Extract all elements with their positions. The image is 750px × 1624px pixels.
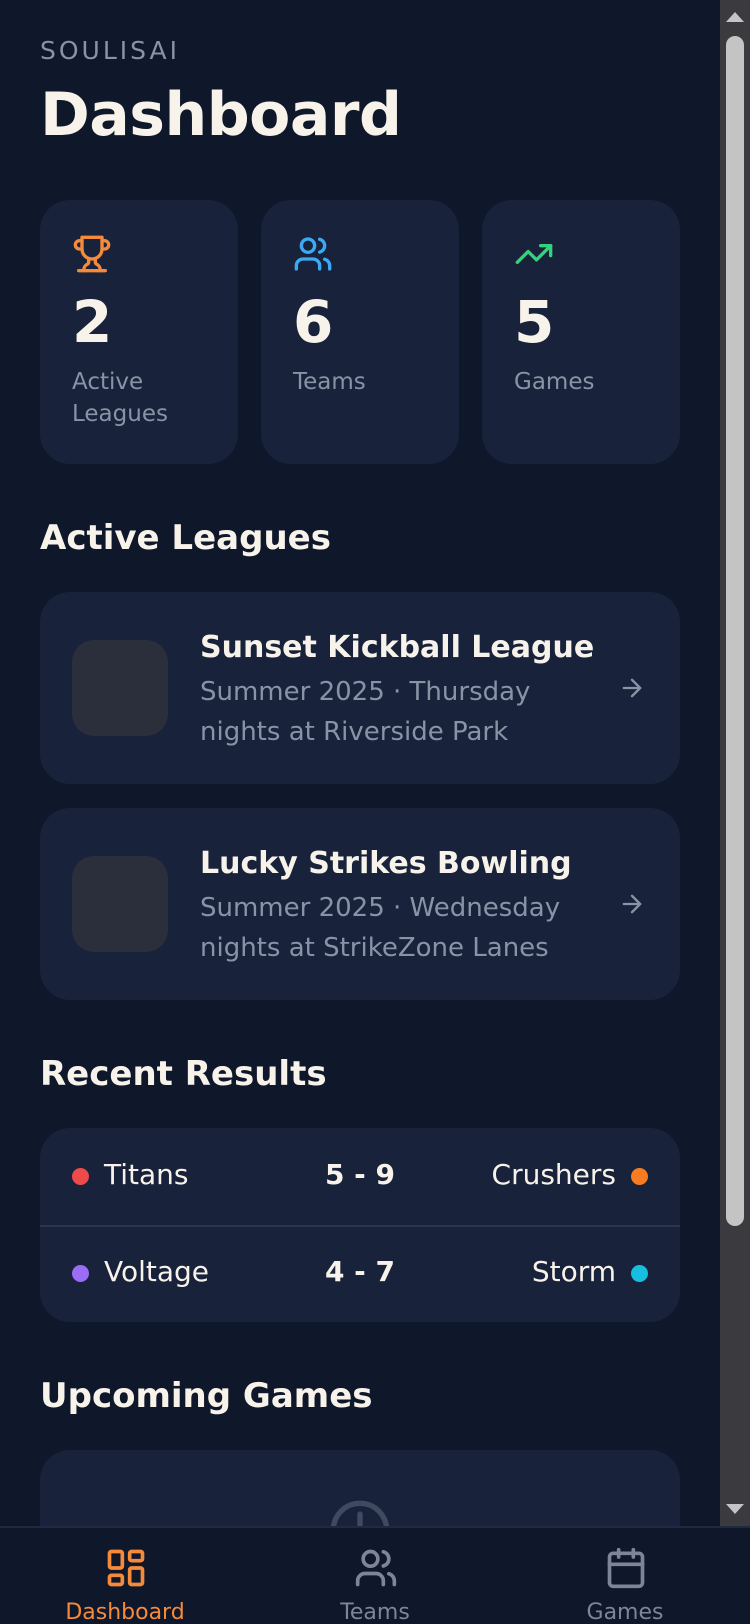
league-name: Lucky Strikes Bowling bbox=[200, 846, 572, 881]
nav-item-teams[interactable]: Teams bbox=[250, 1528, 500, 1624]
users-icon bbox=[294, 237, 332, 271]
stat-value: 6 bbox=[293, 288, 334, 356]
league-card-lucky-strikes[interactable]: Lucky Strikes Bowling Summer 2025 · Wedn… bbox=[40, 808, 680, 1000]
away-team: Crushers bbox=[491, 1158, 616, 1191]
trophy-icon bbox=[73, 235, 111, 273]
scroll-viewport[interactable]: SOULISAI Dashboard 2 Active Leagues 6 Te… bbox=[0, 0, 720, 1526]
clock-icon bbox=[330, 1500, 390, 1526]
page-title: Dashboard bbox=[40, 80, 402, 150]
bottom-nav: Dashboard Teams Games bbox=[0, 1526, 750, 1624]
league-description: Summer 2025 · Wednesday nights at Strike… bbox=[200, 893, 561, 963]
stat-label: Games bbox=[514, 369, 595, 395]
recent-results-heading: Recent Results bbox=[40, 1054, 327, 1094]
active-leagues-heading: Active Leagues bbox=[40, 518, 331, 558]
stat-value: 5 bbox=[514, 288, 555, 356]
recent-results-card: Titans 5 - 9 Crushers Voltage 4 - 7 Stor… bbox=[40, 1128, 680, 1322]
nav-label: Games bbox=[586, 1600, 664, 1624]
scrollbar[interactable] bbox=[720, 0, 750, 1526]
scroll-thumb[interactable] bbox=[726, 36, 744, 1226]
league-thumbnail bbox=[72, 856, 168, 952]
stat-card-active-leagues[interactable]: 2 Active Leagues bbox=[40, 200, 238, 464]
brand-label: SOULISAI bbox=[40, 36, 180, 65]
stat-label: Active Leagues bbox=[72, 369, 168, 427]
stat-card-teams[interactable]: 6 Teams bbox=[261, 200, 459, 464]
team-color-dot bbox=[631, 1168, 648, 1185]
users-icon bbox=[355, 1549, 397, 1587]
trending-up-icon bbox=[515, 244, 553, 264]
league-card-sunset-kickball[interactable]: Sunset Kickball League Summer 2025 · Thu… bbox=[40, 592, 680, 784]
calendar-icon bbox=[607, 1547, 645, 1589]
stat-value: 2 bbox=[72, 288, 113, 356]
stat-card-games[interactable]: 5 Games bbox=[482, 200, 680, 464]
scroll-down-arrow[interactable] bbox=[726, 1504, 744, 1514]
nav-item-dashboard[interactable]: Dashboard bbox=[0, 1528, 250, 1624]
arrow-right-icon bbox=[622, 894, 642, 914]
stat-label: Teams bbox=[293, 369, 366, 395]
nav-label: Dashboard bbox=[65, 1600, 185, 1624]
nav-item-games[interactable]: Games bbox=[500, 1528, 750, 1624]
league-name: Sunset Kickball League bbox=[200, 630, 595, 665]
scroll-up-arrow[interactable] bbox=[726, 12, 744, 22]
team-color-dot bbox=[631, 1265, 648, 1282]
upcoming-games-heading: Upcoming Games bbox=[40, 1376, 373, 1416]
league-description: Summer 2025 · Thursday nights at Riversi… bbox=[200, 677, 531, 747]
away-team: Storm bbox=[531, 1255, 616, 1288]
league-thumbnail bbox=[72, 640, 168, 736]
result-row[interactable]: Titans 5 - 9 Crushers bbox=[40, 1128, 680, 1225]
grid-icon bbox=[107, 1549, 145, 1587]
arrow-right-icon bbox=[622, 678, 642, 698]
upcoming-games-card bbox=[40, 1450, 680, 1526]
nav-label: Teams bbox=[340, 1600, 410, 1624]
result-row[interactable]: Voltage 4 - 7 Storm bbox=[40, 1225, 680, 1322]
